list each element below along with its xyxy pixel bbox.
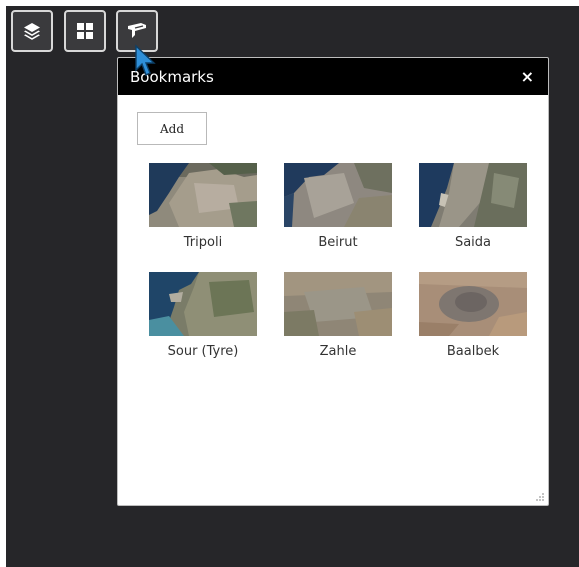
bookmark-saida[interactable]: Saida (419, 163, 527, 250)
bookmark-sour-tyre[interactable]: Sour (Tyre) (149, 272, 257, 359)
bookmark-thumbnail (284, 272, 392, 336)
bookmark-zahle[interactable]: Zahle (284, 272, 392, 359)
bookmark-baalbek[interactable]: Baalbek (419, 272, 527, 359)
bookmark-icon (128, 23, 146, 38)
close-button[interactable]: × (521, 67, 534, 86)
basemap-gallery-button[interactable] (64, 10, 106, 52)
bookmark-thumbnail (149, 163, 257, 227)
bookmark-label: Saida (454, 235, 492, 250)
bookmarks-panel: Bookmarks × Add Tripoli Beirut Saida Sou… (117, 57, 549, 506)
bookmark-thumbnail (149, 272, 257, 336)
add-bookmark-button[interactable]: Add (137, 112, 207, 145)
bookmarks-button[interactable] (116, 10, 158, 52)
bookmark-label: Beirut (318, 235, 358, 250)
layers-icon (24, 23, 40, 40)
panel-title: Bookmarks (130, 67, 214, 86)
bookmark-beirut[interactable]: Beirut (284, 163, 392, 250)
bookmark-label: Tripoli (183, 235, 223, 250)
resize-grip-icon[interactable] (535, 492, 545, 502)
bookmark-label: Sour (Tyre) (167, 344, 239, 359)
bookmark-label: Zahle (319, 344, 357, 359)
layers-button[interactable] (11, 10, 53, 52)
bookmark-label: Baalbek (446, 344, 500, 359)
bookmark-thumbnail (419, 272, 527, 336)
panel-header: Bookmarks × (118, 58, 548, 95)
bookmark-thumbnail (284, 163, 392, 227)
bookmark-thumbnail (419, 163, 527, 227)
bookmark-tripoli[interactable]: Tripoli (149, 163, 257, 250)
grid-icon (77, 23, 93, 39)
